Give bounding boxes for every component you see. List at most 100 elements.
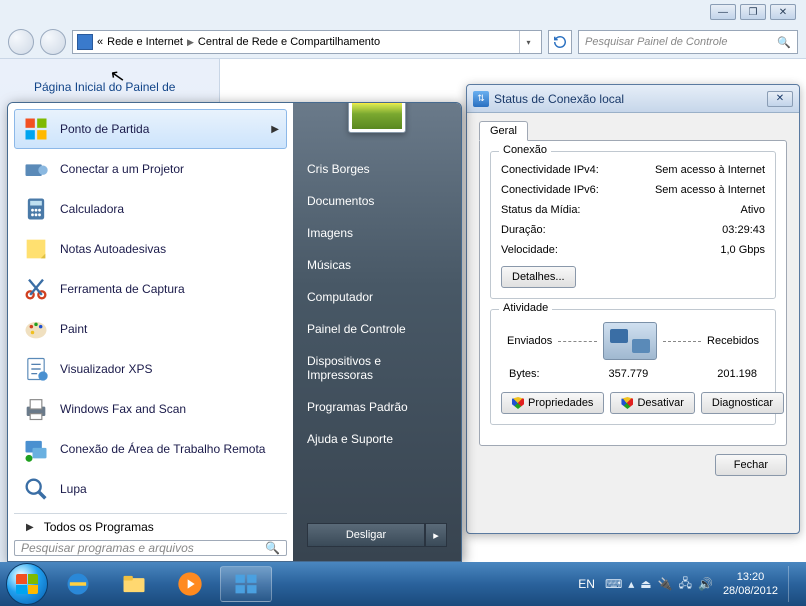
start-right-item[interactable]: Programas Padrão [293,391,461,423]
network-tray-icon[interactable]: 🖧 [679,574,692,595]
all-programs-label: Todos os Programas [44,520,154,534]
nav-forward-button[interactable] [40,29,66,55]
breadcrumb-root[interactable]: « [97,36,103,48]
shutdown-options-button[interactable]: ▸ [425,523,447,547]
status-window: ⇅ Status de Conexão local ✕ Geral Conexã… [466,84,800,534]
start-button[interactable] [6,563,48,605]
tray-chevron-icon[interactable]: ▴ [628,577,634,591]
shield-icon [621,397,633,409]
xps-icon [22,355,50,383]
power-icon[interactable]: 🔌 [658,577,673,591]
language-indicator[interactable]: EN [578,577,595,591]
start-right-item[interactable]: Músicas [293,249,461,281]
group-connection-label: Conexão [499,144,551,156]
start-right-item[interactable]: Cris Borges [293,153,461,185]
status-value: 1,0 Gbps [720,240,765,260]
volume-icon[interactable]: 🔊 [698,577,713,591]
start-menu-item[interactable]: Lupa [14,469,287,509]
address-dropdown[interactable]: ▾ [519,31,537,53]
close-button[interactable]: ✕ [770,4,796,20]
start-menu-item-label: Visualizador XPS [60,362,153,376]
start-menu-item[interactable]: Ferramenta de Captura [14,269,287,309]
status-value: Sem acesso à Internet [655,180,765,200]
disable-button[interactable]: Desativar [610,392,694,414]
start-menu-item[interactable]: Notas Autoadesivas [14,229,287,269]
properties-button[interactable]: Propriedades [501,392,604,414]
address-bar[interactable]: « Rede e Internet ▶ Central de Rede e Co… [72,30,542,54]
start-menu-item-label: Windows Fax and Scan [60,402,186,416]
start-menu: Ponto de Partida▶Conectar a um ProjetorC… [7,102,462,562]
start-right-item[interactable]: Ajuda e Suporte [293,423,461,455]
diagnose-button[interactable]: Diagnosticar [701,392,784,414]
maximize-button[interactable]: ❐ [740,4,766,20]
shutdown-button[interactable]: Desligar [307,523,425,547]
status-key: Duração: [501,220,546,240]
start-menu-item[interactable]: Conexão de Área de Trabalho Remota [14,429,287,469]
start-menu-item-label: Conexão de Área de Trabalho Remota [60,442,265,456]
close-status-button[interactable]: Fechar [715,454,787,476]
start-menu-item-label: Lupa [60,482,87,496]
projector-icon [22,155,50,183]
search-placeholder: Pesquisar Painel de Controle [585,36,727,48]
chevron-right-icon: ▶ [271,124,279,135]
taskbar-explorer-button[interactable] [108,566,160,602]
chevron-right-icon: ▶ [26,522,34,533]
start-menu-item[interactable]: Ponto de Partida ▶ [14,109,287,149]
refresh-button[interactable] [548,30,572,54]
start-search-placeholder: Pesquisar programas e arquivos [21,541,194,555]
start-menu-item[interactable]: Visualizador XPS [14,349,287,389]
search-input[interactable]: Pesquisar Painel de Controle 🔍 [578,30,798,54]
start-menu-item[interactable]: Calculadora [14,189,287,229]
network-icon: ⇅ [473,91,489,107]
breadcrumb-b[interactable]: Central de Rede e Compartilhamento [198,36,380,48]
status-close-button[interactable]: ✕ [767,91,793,107]
taskbar-media-button[interactable] [164,566,216,602]
rdp-icon [22,435,50,463]
show-desktop-button[interactable] [788,566,796,602]
start-right-item[interactable]: Painel de Controle [293,313,461,345]
computers-icon [603,322,657,360]
status-key: Velocidade: [501,240,558,260]
details-button[interactable]: Detalhes... [501,266,576,288]
status-titlebar[interactable]: ⇅ Status de Conexão local ✕ [467,85,799,113]
start-right-item[interactable]: Imagens [293,217,461,249]
taskbar-clock[interactable]: 13:20 28/08/2012 [723,570,778,598]
start-right-item[interactable]: Dispositivos e Impressoras [293,345,461,391]
bytes-recv-value: 201.198 [717,368,757,380]
status-key: Conectividade IPv6: [501,180,599,200]
clock-date: 28/08/2012 [723,584,778,598]
snip-icon [22,275,50,303]
status-key: Conectividade IPv4: [501,160,599,180]
start-menu-item-label: Paint [60,322,87,336]
bytes-sent-value: 357.779 [609,368,649,380]
search-icon: 🔍 [777,36,791,49]
shield-icon [512,397,524,409]
start-right-item[interactable]: Computador [293,281,461,313]
system-tray: EN ⌨ ▴ ⏏ 🔌 🖧 🔊 13:20 28/08/2012 [578,566,800,602]
minimize-button[interactable]: — [710,4,736,20]
start-menu-item[interactable]: Paint [14,309,287,349]
all-programs-button[interactable]: ▶ Todos os Programas [14,513,287,534]
start-search-input[interactable]: Pesquisar programas e arquivos 🔍 [14,540,287,556]
status-value: Sem acesso à Internet [655,160,765,180]
taskbar-control-panel-button[interactable] [220,566,272,602]
taskbar-ie-button[interactable] [52,566,104,602]
paint-icon [22,315,50,343]
keyboard-icon[interactable]: ⌨ [605,577,622,591]
start-menu-item-label: Ponto de Partida [60,122,149,136]
fax-icon [22,395,50,423]
start-menu-item[interactable]: Windows Fax and Scan [14,389,287,429]
nav-back-button[interactable] [8,29,34,55]
search-icon: 🔍 [265,541,280,555]
sent-label: Enviados [507,335,552,347]
start-menu-right: Cris BorgesDocumentosImagensMúsicasCompu… [293,103,461,561]
start-menu-item-label: Calculadora [60,202,124,216]
user-picture[interactable] [348,102,406,133]
start-menu-item[interactable]: Conectar a um Projetor [14,149,287,189]
safely-remove-icon[interactable]: ⏏ [640,577,651,591]
tab-general[interactable]: Geral [479,121,528,141]
start-right-item[interactable]: Documentos [293,185,461,217]
breadcrumb-a[interactable]: Rede e Internet [107,36,183,48]
control-panel-icon [77,34,93,50]
address-row: « Rede e Internet ▶ Central de Rede e Co… [8,28,798,56]
